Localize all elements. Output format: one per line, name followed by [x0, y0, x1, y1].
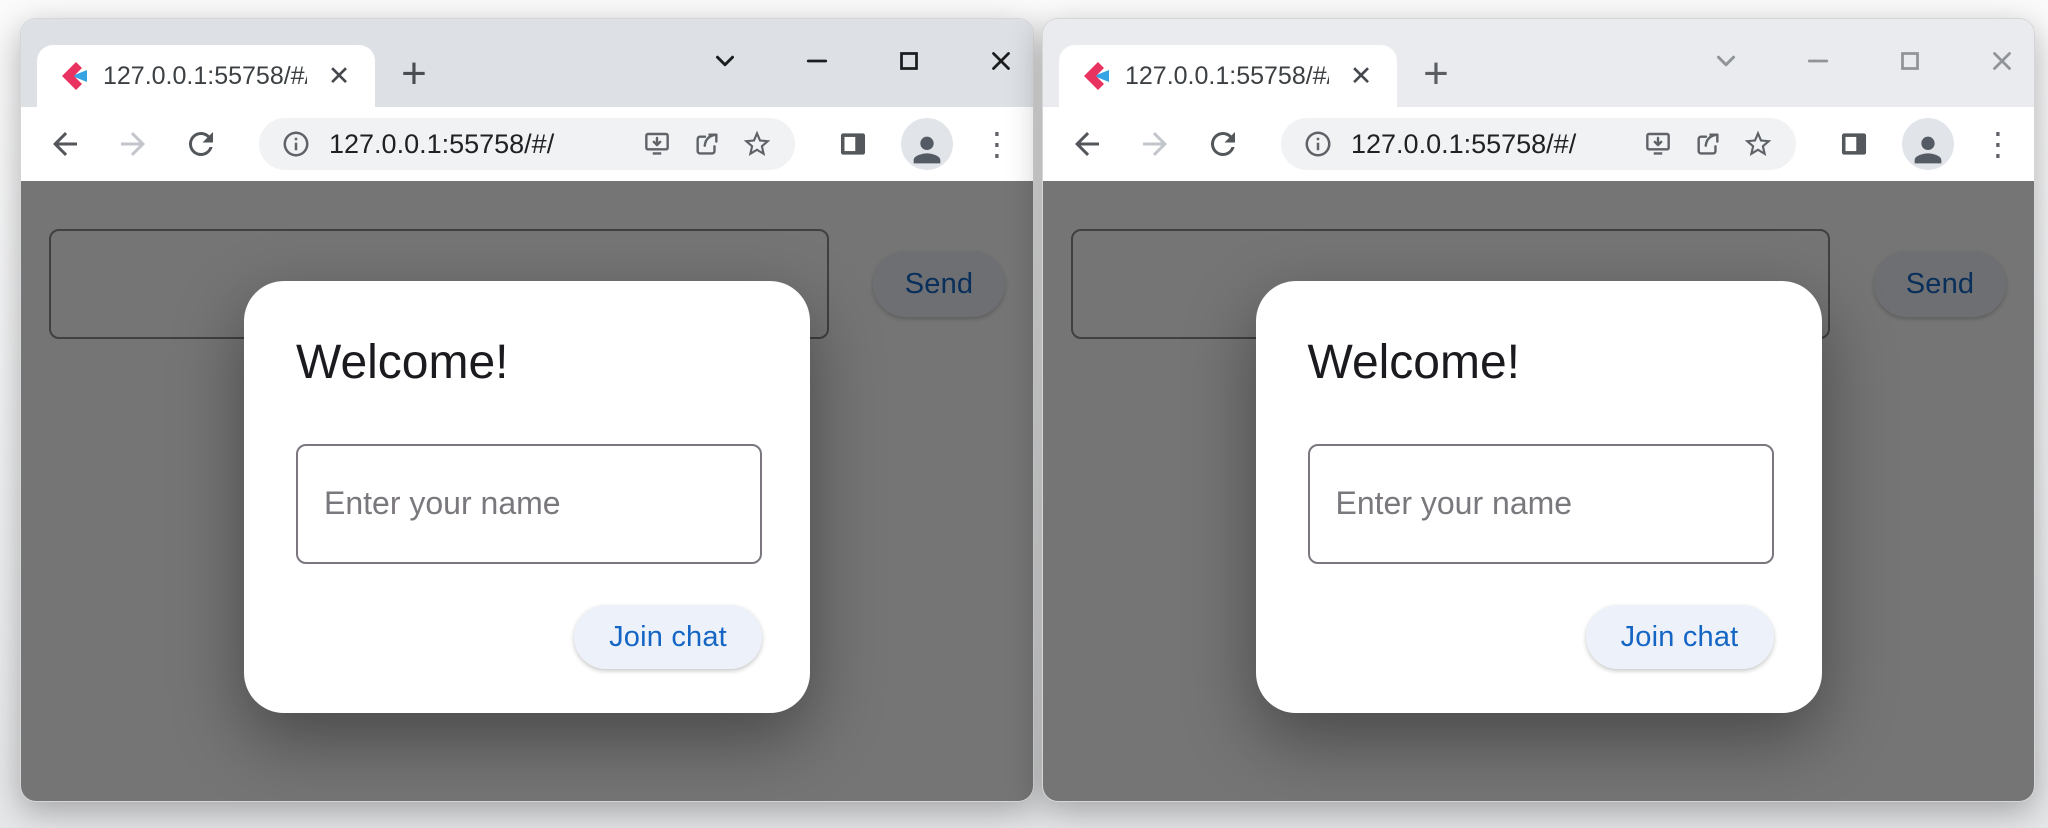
install-app-icon[interactable] — [1642, 128, 1674, 160]
bookmark-star-icon[interactable] — [741, 128, 773, 160]
window-minimize-button[interactable] — [1802, 45, 1834, 77]
name-input[interactable] — [296, 444, 762, 564]
browser-tab[interactable]: 127.0.0.1:55758/#/ ✕ — [1059, 45, 1397, 107]
name-input[interactable] — [1308, 444, 1774, 564]
new-tab-button[interactable]: + — [1413, 51, 1459, 97]
desktop: { "icons": { "tab_close": "✕", "new_tab"… — [0, 0, 2048, 828]
reload-button[interactable] — [1203, 124, 1243, 164]
reload-button[interactable] — [181, 124, 221, 164]
new-tab-button[interactable]: + — [391, 51, 437, 97]
site-favicon-icon — [57, 60, 89, 92]
browser-toolbar: 127.0.0.1:55758/#/ — [21, 107, 1033, 181]
window-close-button[interactable] — [985, 45, 1017, 77]
browser-window-right: 127.0.0.1:55758/#/ ✕ + — [1042, 18, 2035, 802]
share-icon[interactable] — [1692, 128, 1724, 160]
welcome-dialog: Welcome! Join chat — [244, 281, 810, 713]
window-maximize-button[interactable] — [893, 45, 925, 77]
window-titlebar[interactable]: 127.0.0.1:55758/#/ ✕ + — [21, 19, 1033, 107]
back-button[interactable] — [45, 124, 85, 164]
share-icon[interactable] — [691, 128, 723, 160]
welcome-dialog: Welcome! Join chat — [1256, 281, 1822, 713]
window-maximize-button[interactable] — [1894, 45, 1926, 77]
install-app-icon[interactable] — [641, 128, 673, 160]
tab-close-icon[interactable]: ✕ — [1343, 58, 1379, 94]
browser-tab[interactable]: 127.0.0.1:55758/#/ ✕ — [37, 45, 375, 107]
tab-title: 127.0.0.1:55758/#/ — [103, 62, 307, 91]
address-bar[interactable]: 127.0.0.1:55758/#/ — [259, 118, 795, 170]
page-content: Send Welcome! Join chat — [1043, 181, 2034, 801]
site-favicon-icon — [1079, 60, 1111, 92]
url-text: 127.0.0.1:55758/#/ — [329, 129, 623, 160]
tab-search-chevron-icon[interactable] — [709, 45, 741, 77]
profile-avatar[interactable] — [901, 118, 953, 170]
site-info-icon[interactable] — [1303, 129, 1333, 159]
back-button[interactable] — [1067, 124, 1107, 164]
address-bar[interactable]: 127.0.0.1:55758/#/ — [1281, 118, 1796, 170]
side-panel-icon[interactable] — [833, 124, 873, 164]
window-close-button[interactable] — [1986, 45, 2018, 77]
window-minimize-button[interactable] — [801, 45, 833, 77]
tab-search-chevron-icon[interactable] — [1710, 45, 1742, 77]
browser-menu-icon[interactable]: ⋮ — [981, 128, 1009, 160]
dialog-title: Welcome! — [296, 337, 762, 390]
site-info-icon[interactable] — [281, 129, 311, 159]
forward-button[interactable] — [1135, 124, 1175, 164]
browser-menu-icon[interactable]: ⋮ — [1982, 128, 2010, 160]
window-titlebar[interactable]: 127.0.0.1:55758/#/ ✕ + — [1043, 19, 2034, 107]
forward-button[interactable] — [113, 124, 153, 164]
browser-toolbar: 127.0.0.1:55758/#/ — [1043, 107, 2034, 181]
browser-window-left: 127.0.0.1:55758/#/ ✕ + — [20, 18, 1034, 802]
page-content: Send Welcome! Join chat — [21, 181, 1033, 801]
tab-close-icon[interactable]: ✕ — [321, 58, 357, 94]
bookmark-star-icon[interactable] — [1742, 128, 1774, 160]
url-text: 127.0.0.1:55758/#/ — [1351, 129, 1624, 160]
profile-avatar[interactable] — [1902, 118, 1954, 170]
join-chat-button[interactable]: Join chat — [574, 605, 762, 669]
side-panel-icon[interactable] — [1834, 124, 1874, 164]
dialog-title: Welcome! — [1308, 337, 1774, 390]
tab-title: 127.0.0.1:55758/#/ — [1125, 62, 1329, 91]
join-chat-button[interactable]: Join chat — [1586, 605, 1774, 669]
